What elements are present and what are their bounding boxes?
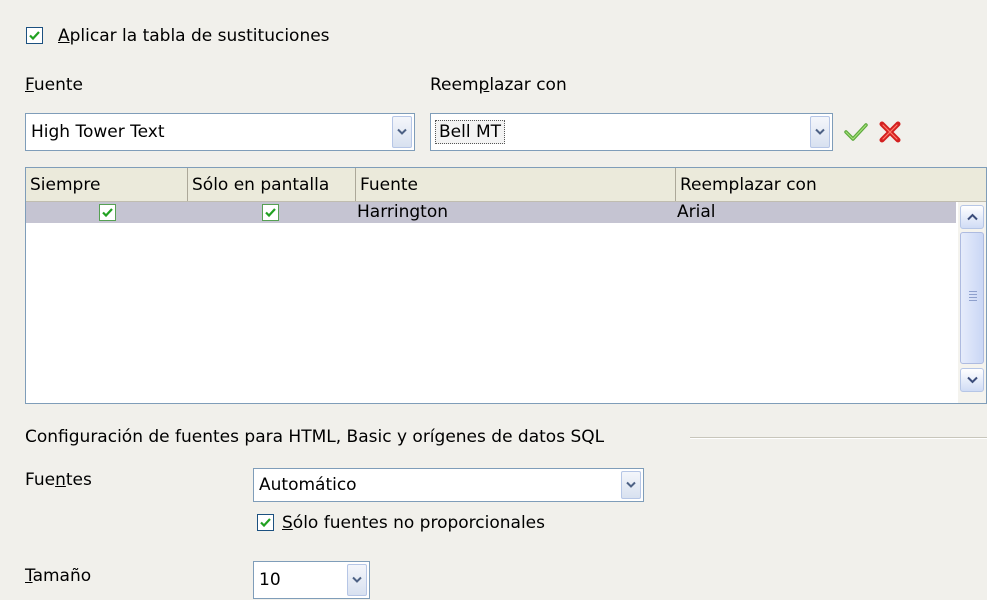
monospace-only-label[interactable]: Sólo fuentes no proporcionales xyxy=(282,513,545,533)
html-fonts-section-title: Configuración de fuentes para HTML, Basi… xyxy=(25,427,605,447)
delete-replacement-button[interactable] xyxy=(878,120,904,144)
chevron-down-icon xyxy=(967,376,978,384)
checkmark-icon xyxy=(260,518,271,528)
font-combo-value: High Tower Text xyxy=(31,122,165,142)
table-row[interactable] xyxy=(26,202,956,223)
monospace-only-checkbox[interactable] xyxy=(257,514,274,531)
size-combo[interactable]: 10 xyxy=(253,561,370,599)
scrollbar-thumb[interactable] xyxy=(960,232,984,364)
column-header-screen-only[interactable]: Sólo en pantalla xyxy=(188,168,356,201)
fonts-combo[interactable]: Automático xyxy=(253,468,644,502)
row-always-checkbox[interactable] xyxy=(99,204,116,221)
replace-combo-value[interactable]: Bell MT xyxy=(435,120,506,144)
replace-combo-dropdown-button[interactable] xyxy=(810,116,830,148)
scroll-down-button[interactable] xyxy=(960,368,984,392)
delete-x-icon xyxy=(879,121,901,143)
checkmark-icon xyxy=(844,123,868,141)
row-font-cell: Harrington xyxy=(357,202,449,222)
column-header-always[interactable]: Siempre xyxy=(26,168,188,201)
size-combo-value: 10 xyxy=(259,570,281,590)
checkmark-icon xyxy=(265,208,276,218)
font-label: Fuente xyxy=(25,75,83,95)
chevron-down-icon xyxy=(626,481,636,488)
apply-table-label[interactable]: Aplicar la tabla de sustituciones xyxy=(58,26,330,46)
chevron-down-icon xyxy=(352,576,362,583)
apply-table-checkbox[interactable] xyxy=(26,27,43,44)
chevron-down-icon xyxy=(397,128,407,135)
table-header: Siempre Sólo en pantalla Fuente Reemplaz… xyxy=(26,168,986,202)
size-combo-dropdown-button[interactable] xyxy=(347,564,367,596)
size-label: Tamaño xyxy=(25,566,92,586)
checkmark-icon xyxy=(102,208,113,218)
row-replace-cell: Arial xyxy=(677,202,716,222)
checkmark-icon xyxy=(29,31,40,41)
fonts-combo-dropdown-button[interactable] xyxy=(621,471,641,499)
fonts-label: Fuentes xyxy=(25,470,92,490)
column-header-replace-with[interactable]: Reemplazar con xyxy=(676,168,987,201)
chevron-down-icon xyxy=(815,128,825,135)
replacement-table[interactable]: Siempre Sólo en pantalla Fuente Reemplaz… xyxy=(25,167,987,404)
apply-replacement-button[interactable] xyxy=(843,120,871,144)
vertical-scrollbar[interactable] xyxy=(958,202,986,403)
fonts-combo-value: Automático xyxy=(259,475,357,495)
column-header-font[interactable]: Fuente xyxy=(356,168,676,201)
scroll-up-button[interactable] xyxy=(960,205,984,229)
replace-with-label: Reemplazar con xyxy=(430,75,567,95)
section-divider xyxy=(690,437,987,439)
font-combo[interactable]: High Tower Text xyxy=(25,113,415,151)
replace-combo[interactable]: Bell MT xyxy=(430,113,833,151)
row-screen-only-checkbox[interactable] xyxy=(262,204,279,221)
chevron-up-icon xyxy=(967,213,978,221)
font-combo-dropdown-button[interactable] xyxy=(392,116,412,148)
